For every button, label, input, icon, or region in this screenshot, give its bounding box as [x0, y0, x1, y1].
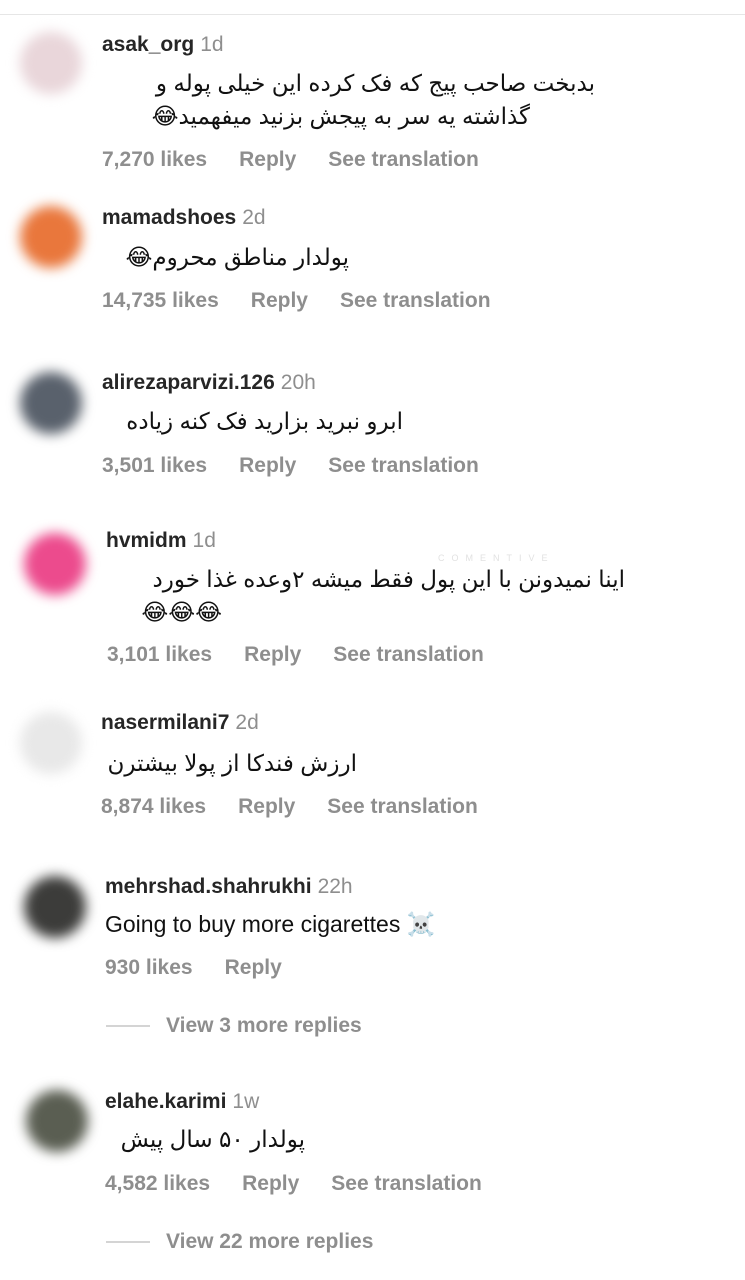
see-translation-button[interactable]: See translation	[333, 643, 484, 666]
comment-actions: 4,582 likes Reply See translation	[105, 1172, 514, 1196]
top-divider	[0, 14, 745, 15]
comment-actions: 3,501 likes Reply See translation	[102, 454, 511, 478]
comment-header: asak_org 1d	[102, 33, 224, 57]
comment-time: 1d	[192, 529, 216, 552]
comment-time: 1d	[200, 33, 224, 56]
replies-dash	[106, 1025, 150, 1028]
comment-text-line: پولدار ۵۰ سال پیش	[120, 1126, 305, 1152]
see-translation-button[interactable]: See translation	[328, 454, 479, 477]
reply-button[interactable]: Reply	[239, 148, 296, 171]
comment-text-line: ارزش فندکا از پولا بیشترن	[107, 750, 358, 776]
view-replies-label: View 22 more replies	[166, 1230, 374, 1253]
username-link[interactable]: mehrshad.shahrukhi	[105, 875, 312, 898]
comment-header: hvmidm 1d	[106, 529, 216, 553]
comment-header: nasermilani7 2d	[101, 711, 259, 735]
view-replies-button[interactable]: View 22 more replies	[106, 1230, 373, 1254]
username-link[interactable]: nasermilani7	[101, 711, 229, 734]
username-link[interactable]: hvmidm	[106, 529, 187, 552]
comment-text-line: بدبخت صاحب پیج که فک کرده این خیلی پوله …	[155, 70, 595, 96]
comment-actions: 3,101 likes Reply See translation	[107, 643, 516, 667]
comment-header: mehrshad.shahrukhi 22h	[105, 875, 353, 899]
likes-count[interactable]: 8,874 likes	[101, 795, 206, 818]
avatar[interactable]	[20, 206, 82, 268]
reply-button[interactable]: Reply	[242, 1172, 299, 1195]
likes-count[interactable]: 14,735 likes	[102, 289, 219, 312]
avatar[interactable]	[20, 372, 82, 434]
replies-dash	[106, 1241, 150, 1244]
reply-button[interactable]: Reply	[244, 643, 301, 666]
username-link[interactable]: alirezaparvizi.126	[102, 371, 275, 394]
comment-header: mamadshoes 2d	[102, 206, 266, 230]
likes-count[interactable]: 7,270 likes	[102, 148, 207, 171]
comment-text-line: 😂😂😂	[141, 599, 222, 625]
likes-count[interactable]: 3,101 likes	[107, 643, 212, 666]
username-link[interactable]: mamadshoes	[102, 206, 236, 229]
username-link[interactable]: asak_org	[102, 33, 194, 56]
comment-text-line: گذاشته یه سر به پیجش بزنید میفهمید😂	[151, 103, 530, 129]
see-translation-button[interactable]: See translation	[340, 289, 491, 312]
avatar[interactable]	[24, 533, 86, 595]
comment-time: 2d	[242, 206, 266, 229]
comment-time: 20h	[280, 371, 316, 394]
reply-button[interactable]: Reply	[225, 956, 282, 979]
comment-time: 1w	[232, 1090, 260, 1113]
comment-actions: 930 likes Reply	[105, 956, 314, 980]
reply-button[interactable]: Reply	[238, 795, 295, 818]
comment-text-line: پولدار مناطق محروم😂	[125, 244, 349, 270]
reply-button[interactable]: Reply	[239, 454, 296, 477]
comment-text-line: Going to buy more cigarettes ☠️	[105, 911, 436, 937]
comment-time: 2d	[235, 711, 259, 734]
comment-header: elahe.karimi 1w	[105, 1090, 259, 1114]
comment-actions: 14,735 likes Reply See translation	[102, 289, 523, 313]
comment-text-line: اینا نمیدونن با این پول فقط میشه ۲وعده غ…	[152, 566, 625, 592]
comment-text-line: ابرو نبرید بزارید فک کنه زیاده	[126, 408, 403, 434]
watermark: COMENTIVE	[438, 553, 555, 563]
see-translation-button[interactable]: See translation	[327, 795, 478, 818]
see-translation-button[interactable]: See translation	[328, 148, 479, 171]
likes-count[interactable]: 3,501 likes	[102, 454, 207, 477]
comment-header: alirezaparvizi.126 20h	[102, 371, 316, 395]
username-link[interactable]: elahe.karimi	[105, 1090, 226, 1113]
comment-actions: 7,270 likes Reply See translation	[102, 148, 511, 172]
view-replies-label: View 3 more replies	[166, 1014, 362, 1037]
avatar[interactable]	[24, 876, 86, 938]
reply-button[interactable]: Reply	[251, 289, 308, 312]
likes-count[interactable]: 4,582 likes	[105, 1172, 210, 1195]
avatar[interactable]	[20, 32, 82, 94]
avatar[interactable]	[20, 712, 82, 774]
comment-time: 22h	[317, 875, 353, 898]
likes-count[interactable]: 930 likes	[105, 956, 193, 979]
see-translation-button[interactable]: See translation	[331, 1172, 482, 1195]
avatar[interactable]	[26, 1090, 88, 1152]
view-replies-button[interactable]: View 3 more replies	[106, 1014, 362, 1038]
comment-actions: 8,874 likes Reply See translation	[101, 795, 510, 819]
